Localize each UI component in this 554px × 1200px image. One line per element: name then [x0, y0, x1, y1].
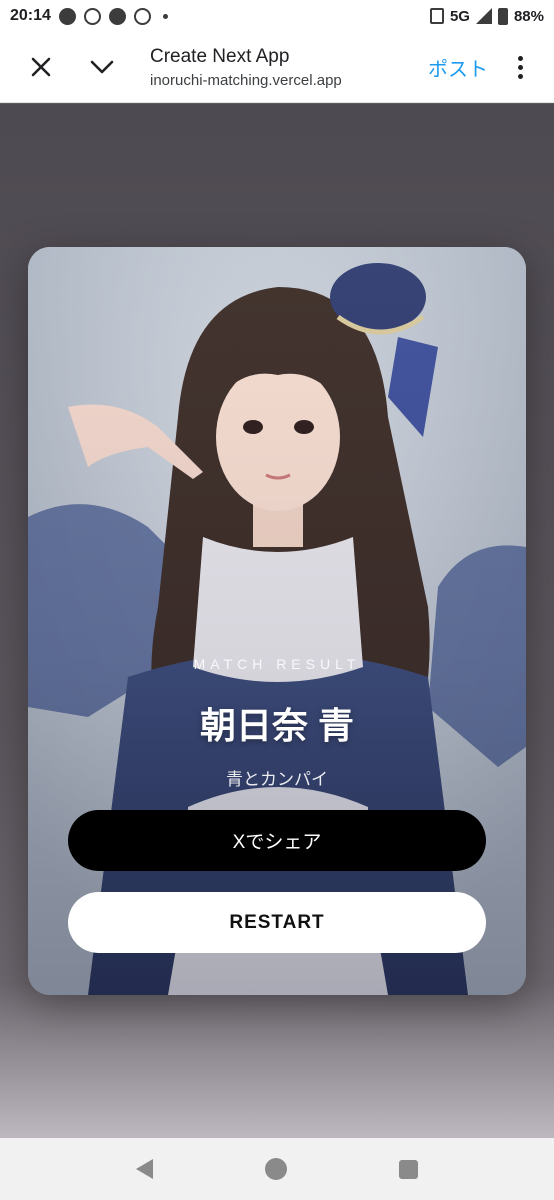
restart-button[interactable]: RESTART	[68, 892, 486, 953]
battery-percent: 88%	[513, 7, 544, 25]
web-content: MATCH RESULT 朝日奈 青 青とカンパイ Xでシェア RESTART	[0, 104, 554, 1138]
photo-overlay	[28, 247, 526, 995]
vibrate-icon	[429, 8, 444, 24]
browser-toolbar: Create Next App inoruchi-matching.vercel…	[0, 32, 554, 103]
minimize-button[interactable]	[82, 47, 122, 87]
pokeball-icon	[83, 7, 101, 25]
result-song: 青とカンパイ	[226, 770, 328, 789]
atom-app-icon	[133, 7, 151, 25]
page-title-block: Create Next App inoruchi-matching.vercel…	[150, 46, 342, 89]
system-navigation-bar	[0, 1138, 554, 1200]
more-vert-icon	[517, 55, 523, 61]
shield-app-icon	[108, 7, 126, 25]
status-time: 20:14	[10, 7, 51, 24]
more-options-button[interactable]	[508, 47, 532, 87]
signal-icon	[475, 8, 492, 24]
post-button[interactable]: ポスト	[428, 53, 488, 82]
page-title: Create Next App	[150, 45, 290, 67]
close-icon	[31, 57, 51, 77]
match-result-label: MATCH RESULT	[193, 656, 361, 672]
page-url: inoruchi-matching.vercel.app	[150, 71, 342, 89]
recent-apps-icon[interactable]	[399, 1159, 418, 1179]
dot-icon	[162, 13, 168, 19]
facebook-icon	[58, 7, 76, 25]
close-button[interactable]	[21, 47, 61, 87]
status-bar: 20:14 5G 88%	[0, 0, 554, 32]
network-type: 5G	[449, 7, 470, 25]
home-icon[interactable]	[265, 1158, 287, 1180]
share-on-x-button[interactable]: Xでシェア	[68, 810, 486, 871]
back-icon[interactable]	[136, 1159, 153, 1179]
result-card: MATCH RESULT 朝日奈 青 青とカンパイ Xでシェア RESTART	[28, 247, 526, 995]
chevron-down-icon	[90, 60, 114, 74]
result-name: 朝日奈 青	[199, 705, 354, 746]
battery-icon	[497, 7, 508, 25]
